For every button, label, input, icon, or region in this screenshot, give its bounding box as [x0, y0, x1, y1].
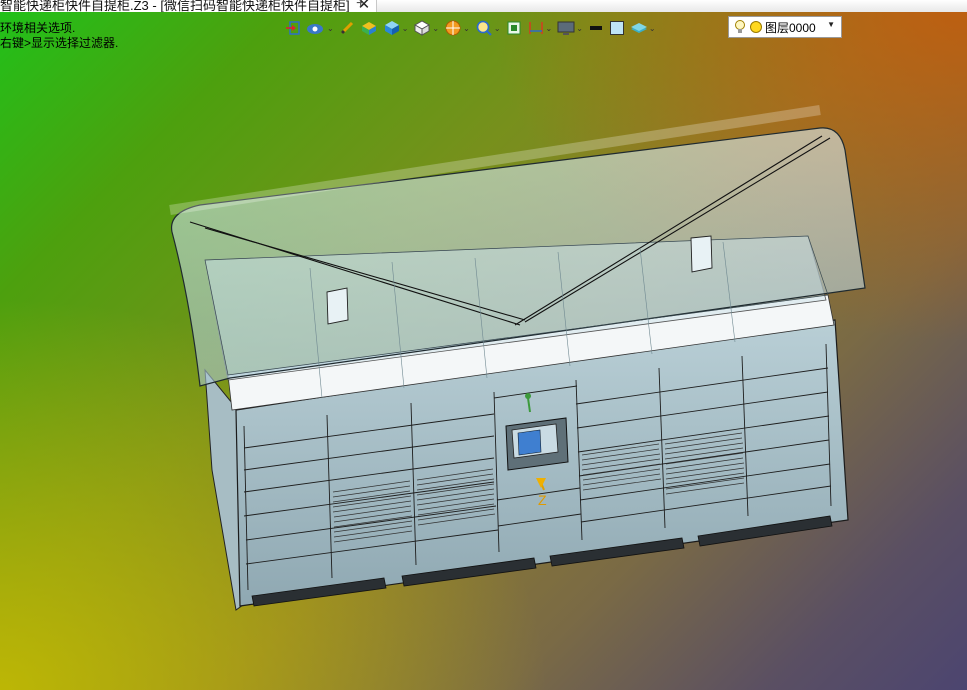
document-tab[interactable]: 智能快递柜快件自提柜.Z3 - [微信扫码智能快递柜快件自提柜] ✕	[0, 0, 378, 12]
zoom-icon[interactable]: ⌄	[474, 18, 502, 38]
new-tab-button[interactable]: +	[356, 0, 365, 12]
display-icon[interactable]: ⌄	[556, 18, 584, 38]
layer-selector[interactable]: 图层0000 ▼	[728, 16, 842, 38]
exit-icon[interactable]	[284, 18, 302, 38]
dimension-icon[interactable]: ⌄	[526, 18, 554, 38]
render-style-icon[interactable]: ⌄	[443, 18, 471, 38]
layer-color-icon[interactable]	[749, 20, 763, 34]
tab-title: 智能快递柜快件自提柜.Z3 - [微信扫码智能快递柜快件自提柜]	[0, 0, 350, 12]
fit-view-icon[interactable]	[505, 18, 523, 38]
hint-line-2: 右键>显示选择过滤器.	[0, 36, 119, 50]
shaded-box-icon[interactable]	[359, 18, 379, 38]
axis-z-label: Z	[538, 492, 547, 508]
chevron-down-icon[interactable]: ▼	[827, 20, 835, 29]
line-color-icon[interactable]	[587, 18, 605, 38]
wire-cube-icon[interactable]: ⌄	[412, 18, 440, 38]
pencil-icon[interactable]	[338, 18, 356, 38]
locker-screen	[505, 417, 569, 471]
hint-line-1: 环境相关选项.	[0, 21, 76, 35]
layer-name: 图层0000	[765, 20, 816, 35]
layer-style-icon[interactable]: ⌄	[629, 18, 657, 38]
view-orient-icon[interactable]: ⌄	[305, 18, 335, 38]
document-tab-bar: 智能快递柜快件自提柜.Z3 - [微信扫码智能快递柜快件自提柜] ✕ +	[0, 0, 967, 12]
fill-color-icon[interactable]	[608, 18, 626, 38]
cube-icon[interactable]: ⌄	[382, 18, 410, 38]
view-toolbar: ⌄ ⌄ ⌄ ⌄ ⌄ ⌄ ⌄ ⌄	[284, 17, 657, 39]
locker-model[interactable]: Z	[0, 0, 967, 690]
bulb-icon[interactable]	[733, 19, 747, 35]
